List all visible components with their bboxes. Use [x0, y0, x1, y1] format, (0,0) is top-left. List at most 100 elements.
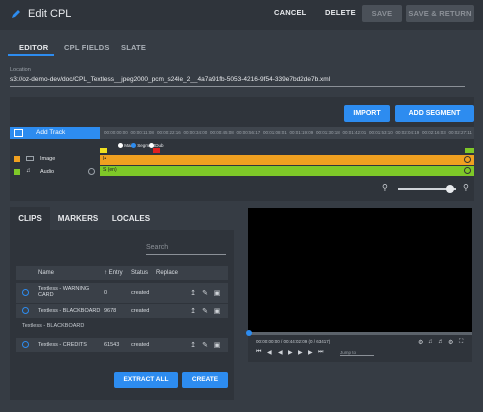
save-button[interactable]: SAVE — [362, 5, 402, 22]
location-label: Location — [10, 67, 31, 73]
search-underline — [146, 254, 226, 255]
location-underline — [10, 86, 465, 87]
frame-forward-icon[interactable]: ▶ — [298, 349, 303, 356]
edit-icon[interactable]: ✎ — [201, 342, 209, 349]
step-forward-icon[interactable]: ▶ — [308, 349, 313, 356]
timeline-tick-label: 00:02:04:19 — [395, 130, 420, 135]
clip-name: Textless - WARNING CARD — [38, 286, 90, 298]
track-name: Audio — [40, 168, 55, 175]
clip-entry: 61543 — [104, 342, 120, 348]
dub-marker[interactable] — [153, 148, 160, 153]
track-audio[interactable]: ♫ Audio — [10, 166, 100, 177]
track-end-icon[interactable] — [464, 167, 471, 174]
volume-icon[interactable]: ♬ — [438, 339, 444, 345]
timeline-tick-label: 00:01:42:01 — [342, 130, 367, 135]
step-back-icon[interactable]: ◀ — [267, 349, 272, 356]
extract-all-button[interactable]: EXTRACT ALL — [114, 372, 178, 388]
clip-status: created — [131, 290, 150, 296]
image-track-bar[interactable]: I• — [100, 155, 474, 165]
save-and-return-button[interactable]: SAVE & RETURN — [406, 5, 474, 22]
track-image[interactable]: Image — [10, 154, 100, 165]
audio-track-bar[interactable]: S (en) — [100, 166, 474, 176]
play-icon[interactable]: ▶ — [288, 349, 293, 356]
clip-entry: 9678 — [104, 308, 117, 314]
timeline-tick-label: 00:01:30:18 — [316, 130, 340, 135]
clip-name: Textless - CREDITS — [38, 342, 87, 348]
add-segment-button[interactable]: ADD SEGMENT — [395, 105, 474, 122]
timeline-tick-label: 00:02:27:11 — [448, 130, 472, 135]
add-track-button[interactable]: Add Track — [10, 127, 100, 139]
tab-editor[interactable]: EDITOR — [19, 43, 48, 52]
timeline-tick-label: 00:00:00:00 — [104, 130, 128, 135]
timeline-tick-label: 00:02:16:03 — [422, 130, 446, 135]
frame-back-icon[interactable]: ◀ — [278, 349, 283, 356]
jump-to-input[interactable]: Jump to — [340, 350, 374, 356]
tab-cpl-fields[interactable]: CPL FIELDS — [64, 43, 110, 52]
image-icon[interactable]: ▣ — [213, 290, 221, 297]
timeline-tick-label: 00:00:56:17 — [236, 130, 261, 135]
image-icon[interactable]: ▣ — [213, 342, 221, 349]
import-button[interactable]: IMPORT — [344, 105, 390, 122]
fullscreen-icon[interactable]: ⛶ — [459, 339, 463, 346]
seek-bar[interactable] — [248, 332, 472, 335]
track-end-icon[interactable] — [464, 156, 471, 163]
audio-icon[interactable]: ♫ — [428, 339, 433, 345]
main-marker[interactable] — [100, 148, 107, 153]
tab-clips[interactable]: CLIPS — [10, 207, 50, 230]
upload-icon[interactable]: ↥ — [189, 290, 197, 297]
clip-target-icon[interactable] — [22, 289, 29, 296]
pencil-icon — [12, 10, 20, 18]
clip-status: created — [131, 342, 150, 348]
timeline-tick-label: 00:00:22:16 — [157, 130, 181, 135]
timeline-tick-label: 00:00:45:08 — [210, 130, 234, 135]
timeline-tick-label: 00:01:19:09 — [289, 130, 314, 135]
seek-handle[interactable] — [246, 330, 252, 336]
image-icon — [26, 156, 34, 162]
track-name: Image — [40, 156, 56, 162]
end-marker[interactable] — [465, 148, 474, 153]
search-input[interactable]: Search — [146, 244, 226, 251]
track-bar-label: S (en) — [103, 167, 117, 173]
timeline-tick-label: 00:00:11:08 — [130, 130, 154, 135]
delete-button[interactable]: DELETE — [325, 8, 356, 17]
group-label: Textless - BLACKBOARD — [22, 323, 85, 329]
zoom-in-icon[interactable]: ⚲ — [463, 183, 469, 192]
settings-icon[interactable]: ⚙ — [448, 339, 453, 346]
edit-icon[interactable]: ✎ — [201, 290, 209, 297]
clip-target-icon[interactable] — [22, 307, 29, 314]
tab-markers[interactable]: MARKERS — [52, 207, 104, 230]
add-track-icon — [14, 129, 23, 137]
upload-icon[interactable]: ↥ — [189, 308, 197, 315]
location-field[interactable]: s3://oz-demo-dev/doc/CPL_Textless__jpeg2… — [10, 76, 465, 83]
legend-dub: Dub — [149, 143, 164, 149]
page-title: Edit CPL — [28, 8, 72, 20]
clip-entry: 0 — [104, 290, 108, 296]
timeline-tick-label: 00:01:53:10 — [369, 130, 393, 135]
create-button[interactable]: CREATE — [182, 372, 228, 388]
clip-target-icon[interactable] — [22, 341, 29, 348]
skip-end-icon[interactable]: ⏭ — [318, 349, 323, 356]
column-replace[interactable]: Replace — [156, 270, 178, 276]
zoom-out-icon[interactable]: ⚲ — [382, 183, 388, 192]
player-controls — [248, 332, 472, 362]
timecode-readout: 00:00:00:00 / 00:44:02:09 (0 / 63417) — [256, 339, 331, 344]
microphone-icon: ♫ — [26, 168, 31, 174]
edit-icon[interactable]: ✎ — [201, 308, 209, 315]
track-color-swatch — [14, 155, 20, 162]
skip-start-icon[interactable]: ⏮ — [256, 349, 261, 356]
track-bar-label: I• — [103, 156, 107, 162]
column-entry[interactable]: ↑ Entry — [104, 270, 123, 276]
active-tab-indicator — [8, 54, 54, 56]
captions-icon[interactable]: ⚙ — [418, 339, 423, 346]
column-name[interactable]: Name — [38, 270, 54, 276]
add-subtrack-icon[interactable] — [88, 168, 95, 175]
timeline-tick-label: 00:01:08:01 — [263, 130, 287, 135]
upload-icon[interactable]: ↥ — [189, 342, 197, 349]
column-status[interactable]: Status — [131, 270, 148, 276]
image-icon[interactable]: ▣ — [213, 308, 221, 315]
tab-locales[interactable]: LOCALES — [106, 207, 156, 230]
tab-slate[interactable]: SLATE — [121, 43, 146, 52]
cancel-button[interactable]: CANCEL — [274, 8, 306, 17]
video-player[interactable] — [248, 208, 472, 332]
timeline-tick-label: 00:00:34:00 — [183, 130, 208, 135]
